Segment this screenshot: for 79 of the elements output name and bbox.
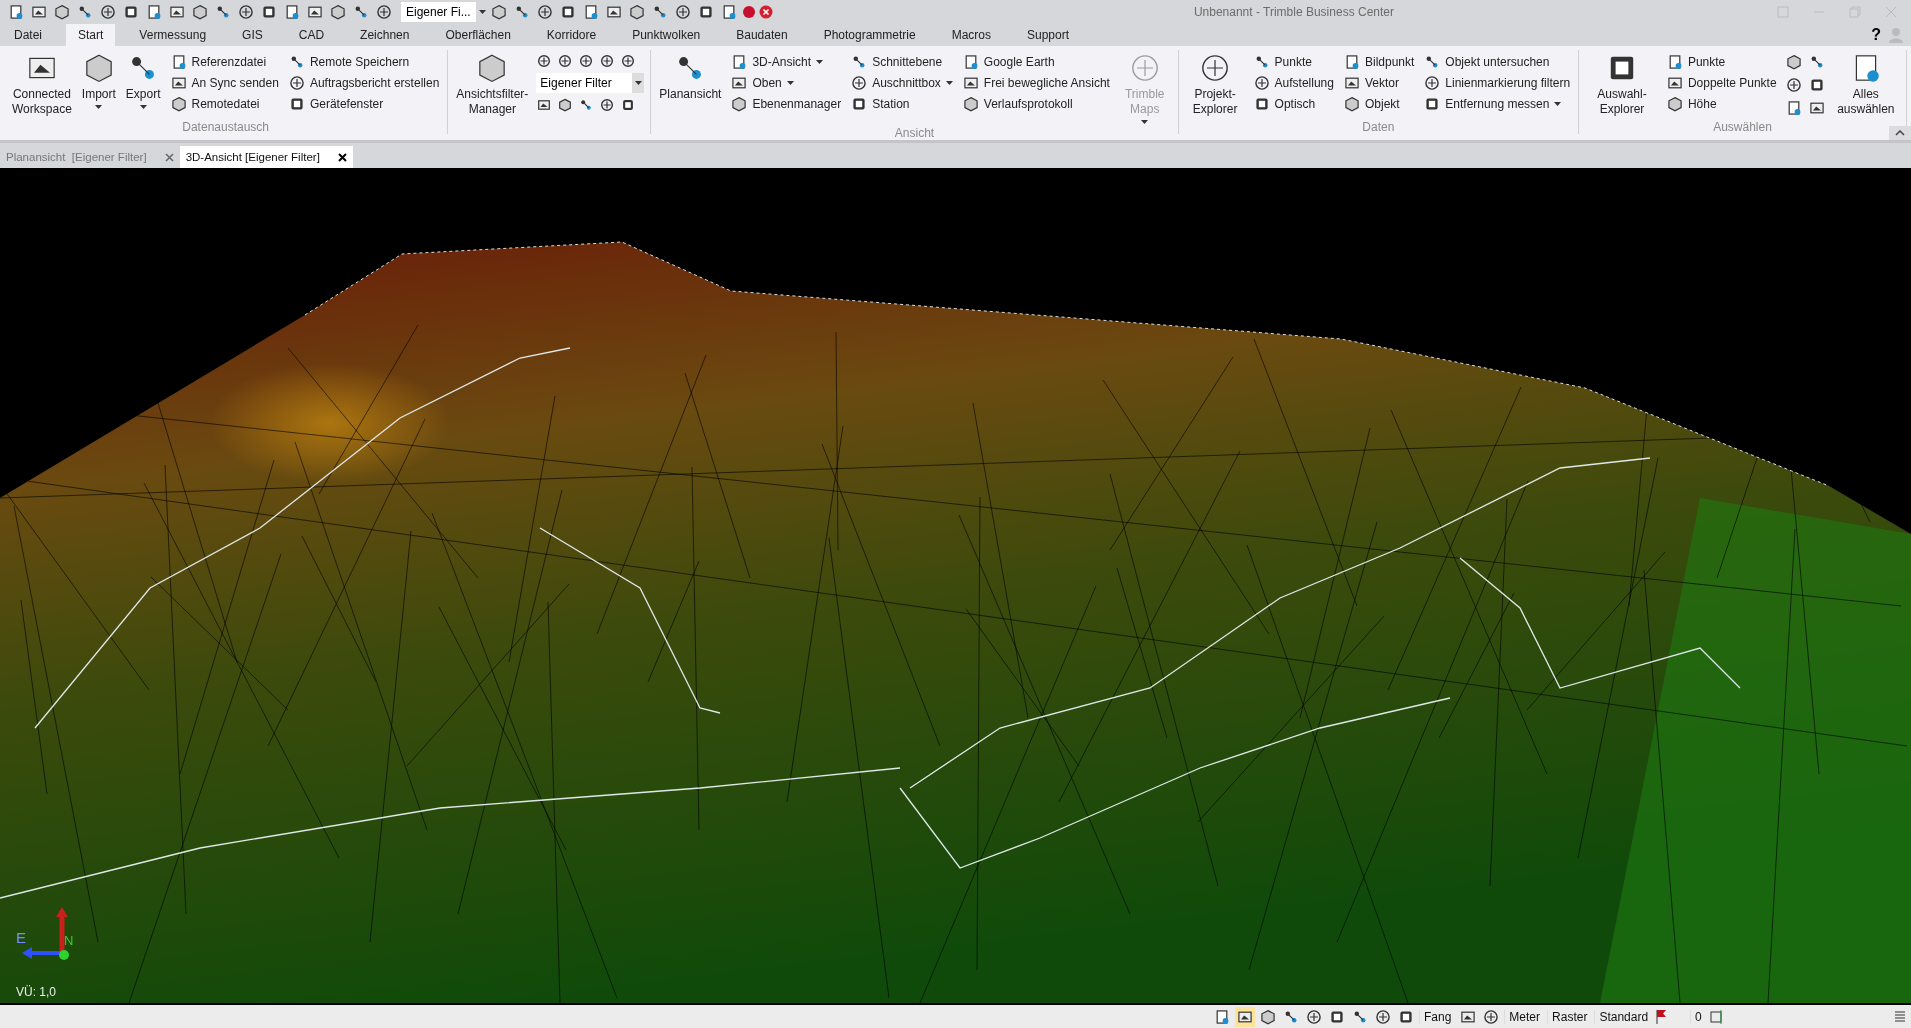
caret-icon	[139, 105, 147, 109]
menu-tab[interactable]: Datei	[2, 24, 54, 46]
menu-tab[interactable]: Photogrammetrie	[811, 24, 928, 46]
menu-tab[interactable]: GIS	[230, 24, 275, 46]
menu-tab[interactable]: Vermessung	[127, 24, 219, 46]
ribbon-button[interactable]: Punkte	[1251, 53, 1336, 71]
ribbon-button[interactable]: Objekt untersuchen	[1422, 53, 1573, 71]
menu-icon[interactable]	[1895, 1009, 1905, 1024]
ribbon-button[interactable]: Frei bewegliche Ansicht	[960, 74, 1112, 92]
group-label: Ansicht	[893, 126, 936, 140]
ribbon-button[interactable]: Höhe	[1664, 95, 1779, 113]
ribbon-button[interactable]: Remotedatei	[168, 95, 281, 113]
menu-tab[interactable]: Macros	[939, 24, 1003, 46]
close-icon[interactable]	[337, 152, 347, 162]
ribbon-button[interactable]: Google Earth	[960, 53, 1112, 71]
menu-tab[interactable]: Korridore	[534, 24, 609, 46]
ribbon-button[interactable]: Linienmarkierung filtern	[1422, 74, 1573, 92]
group-label: Auswählen	[1712, 120, 1773, 134]
scale-label: VÜ: 1,0	[16, 985, 57, 999]
caret-icon	[786, 81, 794, 85]
ribbon-button[interactable]: Remote Speichern	[286, 53, 442, 71]
ribbon-button[interactable]: Import	[79, 50, 118, 111]
caret-icon	[95, 105, 103, 109]
group-label: Daten	[1361, 120, 1396, 134]
ribbon-button[interactable]: Auschnittbox	[849, 74, 955, 92]
ribbon-button[interactable]: Ansichtsfilter-Manager	[454, 50, 531, 119]
ribbon-button[interactable]: Objekt	[1341, 95, 1417, 113]
ribbon-button[interactable]: 3D-Ansicht	[729, 53, 844, 71]
menu-tab[interactable]: CAD	[286, 24, 337, 46]
ribbon-button[interactable]: Optisch	[1251, 95, 1336, 113]
document-tab[interactable]: 3D-Ansicht [Eigener Filter]	[179, 146, 353, 168]
ribbon-button[interactable]: Oben	[729, 74, 844, 92]
record-icon[interactable]	[741, 5, 756, 19]
menu-tab[interactable]: Oberflächen	[433, 24, 523, 46]
menu-tab[interactable]: Baudaten	[724, 24, 800, 46]
filter-combo[interactable]: Eigener Fi...	[401, 2, 476, 22]
help-button[interactable]: ?	[1871, 26, 1881, 44]
menu-tab[interactable]: Zeichnen	[348, 24, 422, 46]
ribbon-button[interactable]: Station	[849, 95, 955, 113]
ribbon-button[interactable]: An Sync senden	[168, 74, 281, 92]
caret-icon	[634, 81, 642, 85]
ribbon-button[interactable]: Aufstellung	[1251, 74, 1336, 92]
collapse-button[interactable]	[1889, 126, 1911, 140]
menu-tab[interactable]: Start	[66, 24, 116, 46]
caret-icon	[1554, 102, 1562, 106]
snap-button[interactable]: Fang	[1419, 1009, 1456, 1024]
grid-button[interactable]: Raster	[1547, 1009, 1592, 1024]
ribbon-button[interactable]: Projekt-Explorer	[1184, 50, 1246, 119]
ribbon-button[interactable]: Bildpunkt	[1341, 53, 1417, 71]
ribbon-button[interactable]: Auftragsbericht erstellen	[286, 74, 442, 92]
caret-icon	[1141, 120, 1149, 124]
menu-tab[interactable]: Support	[1015, 24, 1082, 46]
ribbon-button[interactable]: Vektor	[1341, 74, 1417, 92]
caret-icon	[478, 10, 486, 14]
ribbon-button[interactable]: Doppelte Punkte	[1664, 74, 1779, 92]
ribbon-button[interactable]: Referenzdatei	[168, 53, 281, 71]
window-title: Unbenannt - Trimble Business Center	[1193, 5, 1394, 19]
ribbon-button[interactable]: Planansicht	[657, 50, 724, 104]
group-label: Datenaustausch	[181, 120, 270, 134]
ribbon-button[interactable]: Connected Workspace	[10, 50, 74, 119]
ribbon-button[interactable]: Export	[123, 50, 163, 111]
ribbon-button[interactable]: Alles auswählen	[1831, 50, 1900, 119]
ribbon-button[interactable]: Punkte	[1664, 53, 1779, 71]
chevron-up-icon	[1895, 130, 1905, 136]
count-label: 0	[1690, 1009, 1706, 1024]
filter-combo[interactable]: Eigener Filter	[536, 73, 645, 93]
units-button[interactable]: Meter	[1504, 1009, 1545, 1024]
axis-label: E	[16, 929, 26, 946]
caret-icon	[816, 60, 824, 64]
ribbon-button[interactable]: Verlaufsprotokoll	[960, 95, 1112, 113]
ribbon-button[interactable]: Auswahl-Explorer	[1585, 50, 1659, 119]
ribbon-button[interactable]: Ebenenmanager	[729, 95, 844, 113]
menu-tab[interactable]: Punktwolken	[620, 24, 713, 46]
ribbon-button[interactable]: Schnittebene	[849, 53, 955, 71]
style-button[interactable]: Standard	[1594, 1009, 1653, 1024]
ribbon-button[interactable]: Gerätefenster	[286, 95, 442, 113]
ribbon-button[interactable]: Entfernung messen	[1422, 95, 1573, 113]
axis-label: N	[64, 933, 74, 948]
caret-icon	[945, 81, 953, 85]
